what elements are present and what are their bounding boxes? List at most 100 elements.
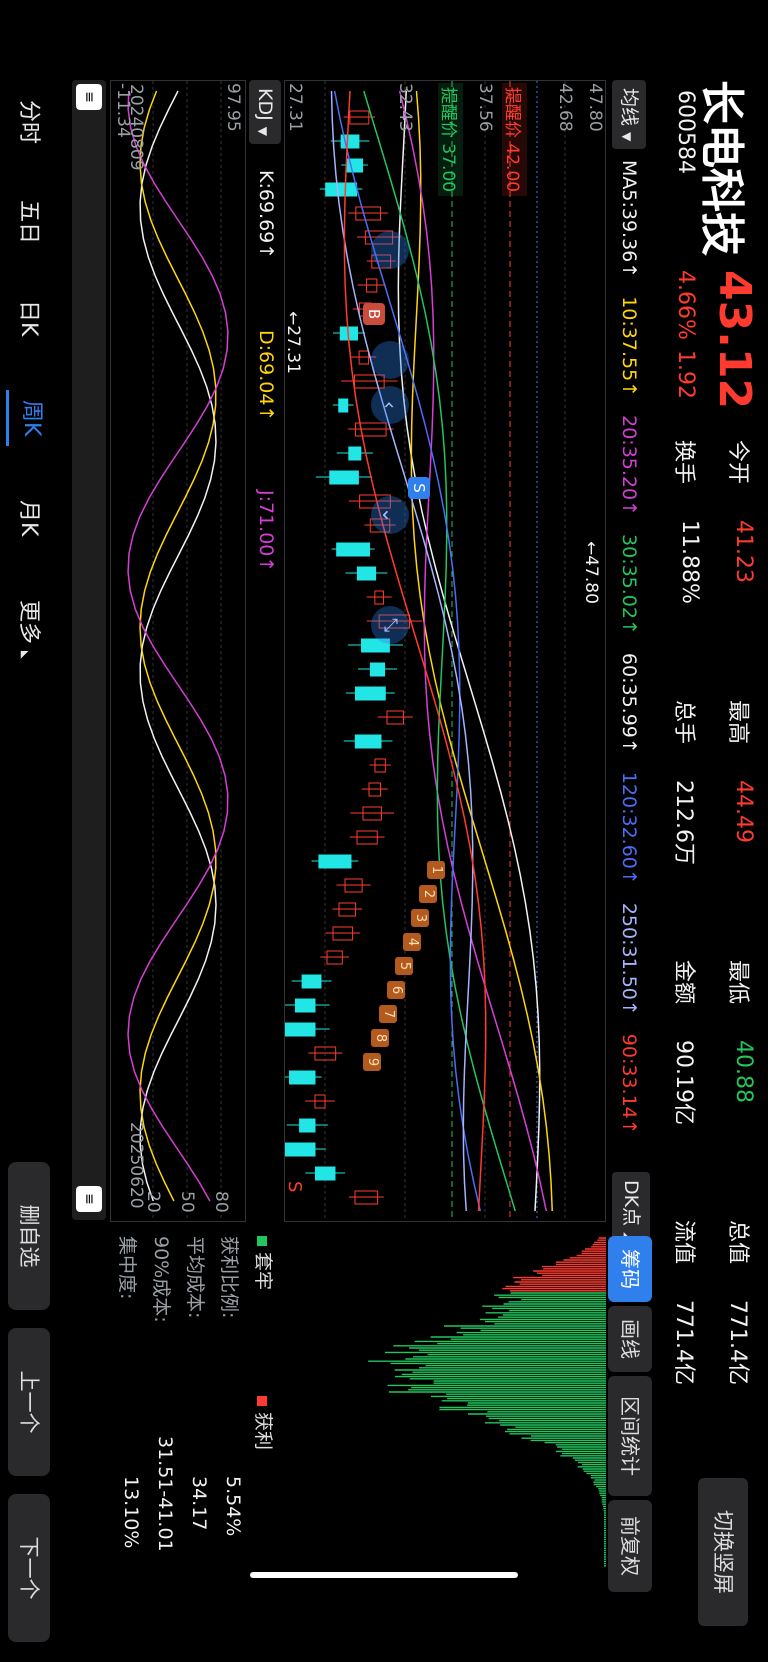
kdj-selector-label: KDJ [254, 88, 276, 121]
kdj-y-50: 50 [177, 1191, 197, 1213]
kdj-selector[interactable]: KDJ ▼ [249, 80, 281, 144]
ma-value-4: 60:35.99↑ [618, 652, 640, 754]
kdj-y-20: 20 [143, 1191, 163, 1213]
ma-line [398, 90, 548, 1212]
y-label-2: 42.68 [555, 83, 575, 132]
ma-value-1: 10:37.55↑ [618, 296, 640, 398]
candle-body [336, 542, 371, 557]
candle-body [318, 854, 352, 869]
scroll-handle-right-icon[interactable]: ≡ [76, 1186, 102, 1212]
y-label-top: 47.80 [585, 83, 605, 132]
home-indicator [250, 1572, 518, 1578]
change-pct: 4.66% [673, 270, 698, 340]
zoom-out-icon[interactable]: ⌄ [371, 496, 409, 534]
zoom-in-icon[interactable] [371, 231, 409, 269]
kdj-line [139, 90, 217, 1202]
tab-chips[interactable]: 筹码 [608, 1236, 652, 1302]
profit-ratio-value: 5.54% [222, 1476, 244, 1537]
tab-more-label: 更多 [16, 600, 41, 645]
turnover-label: 换手 [671, 440, 696, 485]
remove-favorite-button[interactable]: 删自选 [8, 1162, 50, 1310]
kdj-y-top: 97.95 [223, 83, 243, 132]
tab-more[interactable]: 更多 ◣ [6, 590, 50, 669]
total-value: 771.4亿 [725, 1300, 750, 1385]
sequence-number-8: 8 [371, 1029, 389, 1047]
tab-forward-adjust[interactable]: 前复权 [608, 1500, 652, 1592]
tab-range-stats[interactable]: 区间统计 [608, 1376, 652, 1496]
sequence-number-5: 5 [395, 957, 413, 975]
candle-body [369, 662, 386, 677]
kdj-header: KDJ ▼ K:69.69↑ D:69.04↑ J:71.00↑ [247, 80, 283, 1220]
kdj-y-80: 80 [211, 1191, 231, 1213]
ma-value-3: 30:35.02↑ [618, 534, 640, 635]
ma-values: MA5:39.36↑ 10:37.55↑ 20:35.20↑ 30:35.02↑ 60:… [618, 160, 640, 1153]
concentration-value: 13.10% [120, 1476, 142, 1549]
tab-daily-k[interactable]: 日K [6, 290, 50, 346]
corner-arrow-icon: ◣ [19, 651, 30, 659]
low-value: 40.88 [731, 1040, 756, 1103]
candle-body [354, 734, 382, 749]
scroll-left-icon[interactable]: ‹ [371, 386, 409, 424]
candle-body [299, 1118, 316, 1133]
candle-body [338, 398, 349, 413]
legend-trapped-label: 套牢 [252, 1252, 274, 1291]
sequence-number-2: 2 [419, 885, 437, 903]
landscape-stage: 长电科技 43.12 600584 4.66% 1.92 今开 41.23 换手… [0, 0, 768, 1662]
legend-profit-swatch [257, 1396, 267, 1406]
main-chart[interactable]: 47.80 42.68 37.56 32.43 27.31 提醒价 42.00 … [283, 80, 606, 1222]
ma-value-6: 250:31.50↑ [618, 902, 640, 1016]
tab-five-day[interactable]: 五日 [6, 190, 50, 254]
y-label-bottom: 27.31 [285, 83, 305, 132]
next-button[interactable]: 下一个 [8, 1494, 50, 1642]
change-amt: 1.92 [673, 350, 698, 399]
amount-label: 金额 [671, 960, 696, 1005]
avg-cost-value: 34.17 [188, 1476, 210, 1531]
sequence-number-6: 6 [387, 981, 405, 999]
kdj-d: D:69.04↑ [255, 330, 277, 422]
sequence-number-4: 4 [403, 933, 421, 951]
tab-intraday[interactable]: 分时 [6, 90, 50, 154]
ma-selector-label: 均线 [618, 88, 640, 127]
alert-green-label: 提醒价 37.00 [438, 83, 463, 197]
float-value: 771.4亿 [671, 1300, 696, 1385]
scroll-handle-left-icon[interactable]: ≡ [76, 84, 102, 110]
sequence-number-3: 3 [411, 909, 429, 927]
fullscreen-toggle-icon[interactable]: ⤡ [371, 606, 409, 644]
ma-value-5: 120:32.60↑ [618, 771, 640, 885]
chevron-down-icon: ▼ [620, 132, 634, 142]
kdj-chart[interactable]: 97.95 -11.34 80 50 20 [110, 80, 246, 1222]
candle-body [294, 998, 316, 1013]
ma-selector[interactable]: 均线 ▼ [612, 80, 646, 150]
low-label: 最低 [725, 960, 750, 1005]
ma-value-0: MA5:39.36↑ [618, 160, 640, 279]
sell-marker[interactable]: S [408, 477, 430, 499]
candle-body [285, 1022, 316, 1037]
ma-value-2: 20:35.20↑ [618, 415, 640, 517]
y-label-3: 37.56 [475, 83, 495, 132]
sequence-number-7: 7 [379, 1005, 397, 1023]
candle-body [301, 974, 322, 989]
tab-monthly-k[interactable]: 月K [6, 490, 50, 546]
open-label: 今开 [725, 440, 750, 485]
cost90-label: 90%成本: [150, 1236, 172, 1323]
kdj-j: J:71.00↑ [255, 490, 277, 573]
switch-portrait-button[interactable]: 切换竖屏 [698, 1478, 748, 1626]
tab-weekly-k[interactable]: 周K [6, 390, 53, 447]
ma-value-7: 90:33.14↑ [618, 1033, 640, 1135]
tab-draw-line[interactable]: 画线 [608, 1306, 652, 1372]
legend-trapped: 套牢 [251, 1236, 278, 1290]
ma-line [410, 90, 553, 1212]
sequence-number-9: 9 [363, 1053, 381, 1071]
previous-button[interactable]: 上一个 [8, 1328, 50, 1476]
y-label-4: 32.43 [395, 83, 415, 132]
s-label: S [284, 1181, 305, 1193]
avg-cost-label: 平均成本: [184, 1236, 206, 1319]
candle-body [289, 1070, 316, 1085]
high-marker: ←47.80 [581, 541, 601, 604]
legend-profit-label: 获利 [252, 1412, 274, 1451]
chip-stats: 套牢 获利 获利比例: 5.54% 平均成本: 34.17 90%成本: 31.… [78, 1236, 278, 1592]
buy-marker[interactable]: B [363, 303, 385, 325]
date-end: 20250620 [126, 1122, 146, 1209]
range-scrollbar[interactable]: ≡ ≡ [72, 80, 106, 1220]
scroll-right-icon[interactable] [371, 341, 409, 379]
